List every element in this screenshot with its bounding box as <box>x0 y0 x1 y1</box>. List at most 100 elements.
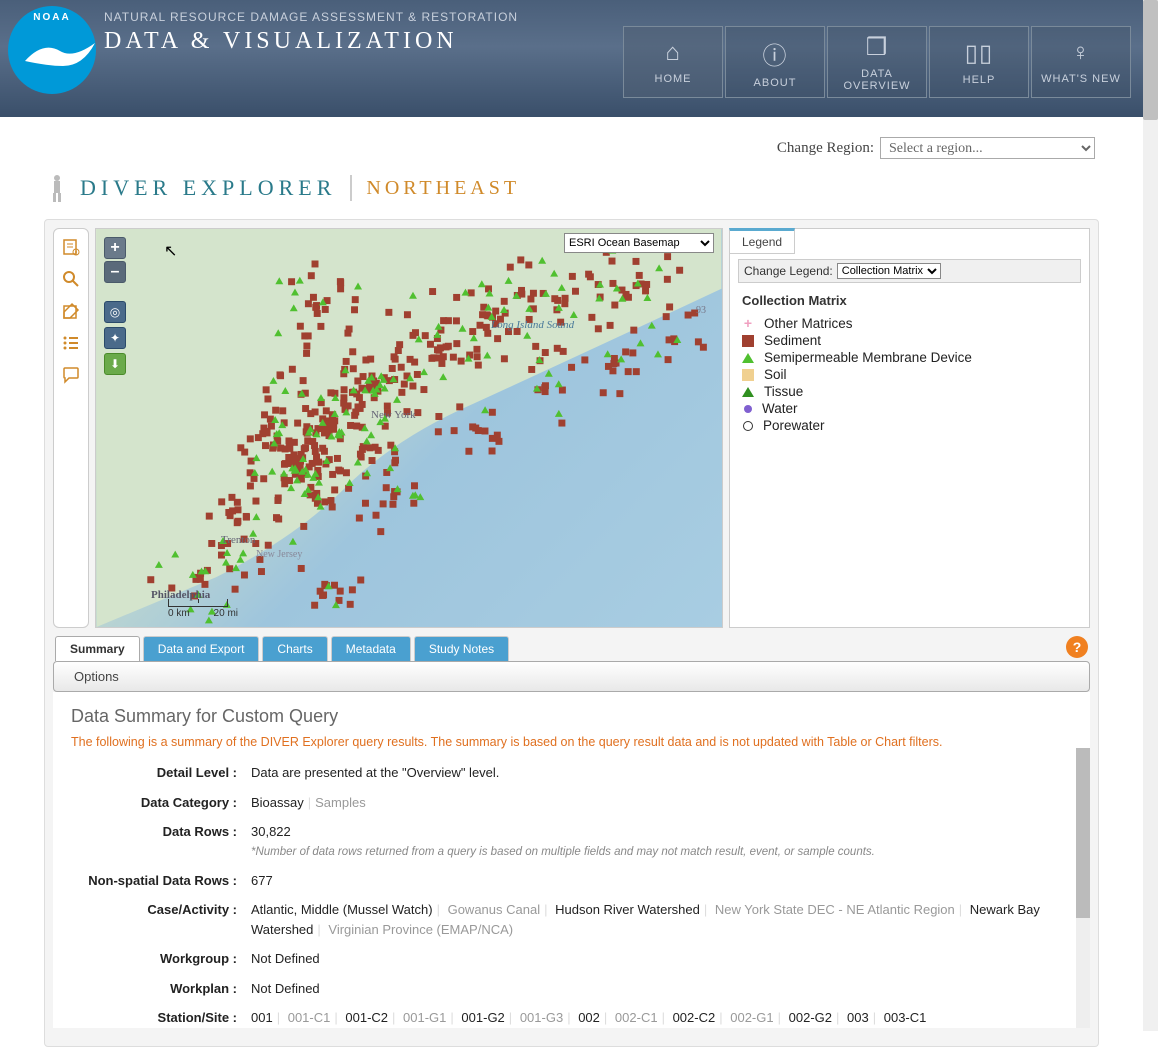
zoom-in-button[interactable]: + <box>104 237 126 259</box>
legend-item-label: Tissue <box>764 384 803 399</box>
legend-item-label: Semipermeable Membrane Device <box>764 350 972 365</box>
nav-whats-new[interactable]: ♀ WHAT'S NEW <box>1031 26 1131 98</box>
row-value: 001| 001-C1| 001-C2| 001-G1| 001-G2| 001… <box>251 1008 1072 1028</box>
soil-icon <box>742 369 754 381</box>
map-download-button[interactable]: ⬇ <box>104 353 126 375</box>
options-button[interactable]: Options <box>53 661 1090 692</box>
tab-metadata[interactable]: Metadata <box>331 636 411 661</box>
nav-data-overview-label: DATA OVERVIEW <box>828 68 926 92</box>
app-header: NOAA NATURAL RESOURCE DAMAGE ASSESSMENT … <box>0 0 1143 117</box>
legend-change-select[interactable]: Collection Matrix <box>837 263 941 279</box>
map-refresh-button[interactable]: ✦ <box>104 327 126 349</box>
toolbar-list-icon[interactable] <box>59 331 83 355</box>
value-item: 002-G2 <box>789 1010 832 1025</box>
legend-item-other: + Other Matrices <box>742 316 1081 331</box>
layers-icon: ❒ <box>866 33 889 62</box>
value-item: 003 <box>847 1010 869 1025</box>
scale-mi: 20 mi <box>214 608 238 619</box>
value-item: Virginian Province (EMAP/NCA) <box>328 922 513 937</box>
map-locate-button[interactable]: ◎ <box>104 301 126 323</box>
value-item: 002-C2 <box>673 1010 716 1025</box>
row-label: Case/Activity : <box>71 902 251 917</box>
value-item: Samples <box>315 795 366 810</box>
row-label: Workgroup : <box>71 951 251 966</box>
nav-help-label: HELP <box>963 74 996 86</box>
triangle-icon <box>742 353 754 363</box>
nav-about[interactable]: ⓘ ABOUT <box>725 26 825 98</box>
home-icon: ⌂ <box>665 39 681 67</box>
header-tagline: NATURAL RESOURCE DAMAGE ASSESSMENT & RES… <box>104 10 518 24</box>
map-points-layer <box>96 229 722 627</box>
legend-item-tissue: Tissue <box>742 384 1081 399</box>
summary-panel: Data Summary for Custom Query The follow… <box>53 692 1090 1028</box>
scale-km: 0 km <box>168 608 190 619</box>
header-title: DATA & VISUALIZATION <box>104 28 458 55</box>
plus-icon: + <box>742 318 754 330</box>
legend-item-porewater: Porewater <box>742 418 1081 433</box>
results-tabs: Summary Data and Export Charts Metadata … <box>53 636 1090 661</box>
square-icon <box>742 335 754 347</box>
dot-icon <box>744 405 752 413</box>
legend-item-label: Soil <box>764 367 787 382</box>
value-item: 001-G2 <box>461 1010 504 1025</box>
toolbar-edit-icon[interactable] <box>59 299 83 323</box>
region-label: Change Region: <box>777 140 874 157</box>
nav-data-overview[interactable]: ❒ DATA OVERVIEW <box>827 26 927 98</box>
row-label: Detail Level : <box>71 765 251 780</box>
toolbar-search-icon[interactable] <box>59 267 83 291</box>
legend-tab[interactable]: Legend <box>729 228 795 254</box>
tab-charts[interactable]: Charts <box>262 636 327 661</box>
tab-study-notes[interactable]: Study Notes <box>414 636 509 661</box>
row-label: Data Category : <box>71 795 251 810</box>
page-scrollbar[interactable] <box>1143 0 1158 1031</box>
value-item: Bioassay <box>251 795 304 810</box>
map-label-lis: Long Island Sound <box>491 319 574 331</box>
page-title-separator <box>350 175 352 201</box>
legend-item-label: Other Matrices <box>764 316 853 331</box>
tab-data-export[interactable]: Data and Export <box>143 636 260 661</box>
row-value: 30,822 *Number of data rows returned fro… <box>251 822 1072 861</box>
row-label: Non-spatial Data Rows : <box>71 873 251 888</box>
page-title-sub: NORTHEAST <box>366 177 520 200</box>
circle-icon <box>743 421 753 431</box>
row-data-rows: Data Rows : 30,822 *Number of data rows … <box>71 822 1072 861</box>
region-select[interactable]: Select a region... <box>880 137 1095 159</box>
row-value: Not Defined <box>251 949 1072 969</box>
nav-about-label: ABOUT <box>754 77 797 89</box>
nav-home[interactable]: ⌂ HOME <box>623 26 723 98</box>
noaa-bird-icon <box>23 31 97 81</box>
legend-panel: Legend Change Legend: Collection Matrix … <box>729 228 1090 628</box>
info-icon: ⓘ <box>763 36 788 71</box>
nav-home-label: HOME <box>655 73 692 85</box>
summary-scrollbar[interactable] <box>1076 748 1090 1028</box>
toolbar-query-icon[interactable] <box>59 235 83 259</box>
row-detail-level: Detail Level : Data are presented at the… <box>71 763 1072 783</box>
map-util-controls: ◎ ✦ ⬇ <box>104 301 126 375</box>
zoom-out-button[interactable]: – <box>104 261 126 283</box>
basemap-select[interactable]: ESRI Ocean Basemap <box>564 233 714 253</box>
value-item: 001 <box>251 1010 273 1025</box>
map-label-trenton: Trenton <box>221 534 255 546</box>
value-item: 002 <box>578 1010 600 1025</box>
help-icon[interactable]: ? <box>1066 636 1088 658</box>
value-item: 30,822 <box>251 824 291 839</box>
value-item: 002-C1 <box>615 1010 658 1025</box>
map-zoom-controls: + – <box>104 237 126 283</box>
nav-whats-new-label: WHAT'S NEW <box>1041 73 1121 85</box>
row-workgroup: Workgroup : Not Defined <box>71 949 1072 969</box>
nav-help[interactable]: ▯▯ HELP <box>929 26 1029 98</box>
map-label-ny: New York <box>371 409 416 421</box>
row-value: Bioassay|Samples <box>251 793 1072 813</box>
value-item: 001-C1 <box>288 1010 331 1025</box>
diver-icon <box>48 173 66 203</box>
region-selector-row: Change Region: Select a region... <box>0 117 1143 167</box>
map-canvas[interactable]: Long Island Sound New York Trenton New J… <box>95 228 723 628</box>
value-item: 002-G1 <box>730 1010 773 1025</box>
legend-change-label: Change Legend: <box>744 264 833 278</box>
tab-summary[interactable]: Summary <box>55 636 140 661</box>
legend-item-label: Sediment <box>764 333 821 348</box>
bulb-icon: ♀ <box>1072 39 1091 67</box>
legend-item-sediment: Sediment <box>742 333 1081 348</box>
noaa-logo[interactable]: NOAA <box>8 6 96 94</box>
toolbar-comment-icon[interactable] <box>59 363 83 387</box>
